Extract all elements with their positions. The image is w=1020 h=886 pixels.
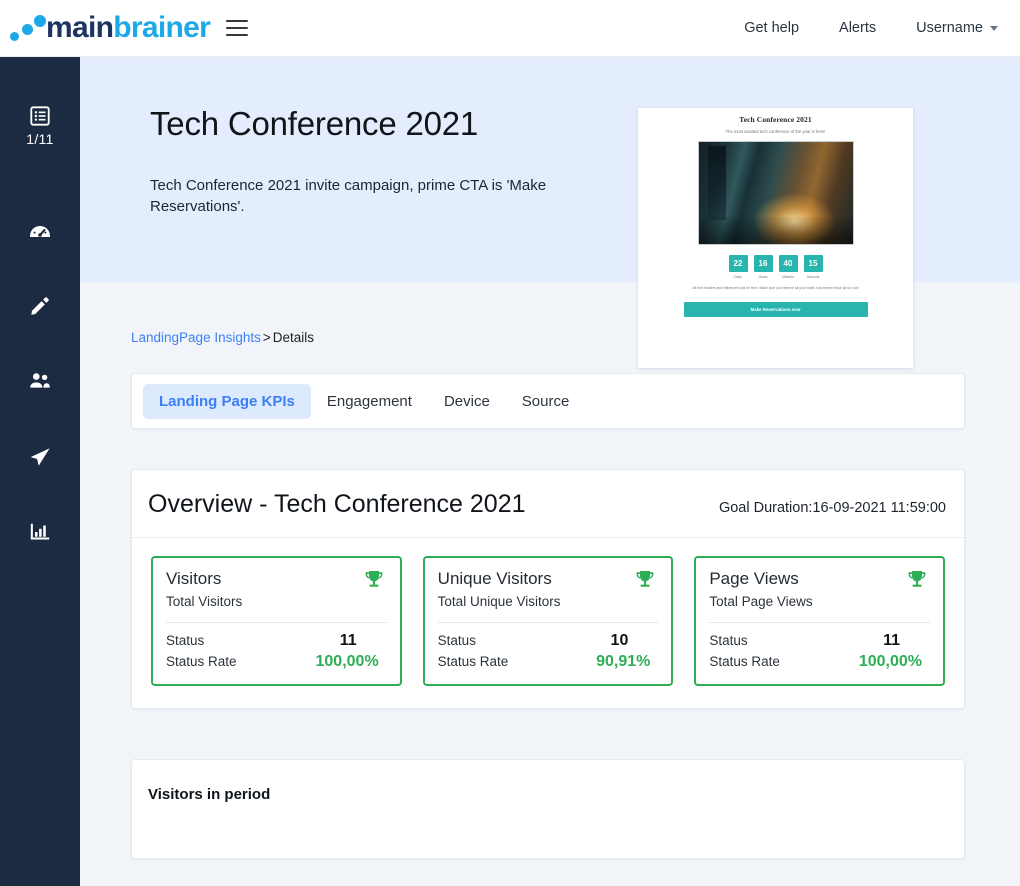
sidebar-item-send[interactable]: [0, 445, 80, 469]
tab-landing-page-kpis[interactable]: Landing Page KPIs: [143, 383, 311, 419]
tab-device[interactable]: Device: [428, 384, 506, 419]
bar-chart-icon: [29, 521, 51, 543]
sidebar-campaign-counter: 1/11: [26, 131, 54, 147]
kpi-status-rate-value: 90,91%: [596, 653, 651, 670]
kpi-card-page-views[interactable]: Page Views Total Page Views Status 11 St…: [694, 556, 946, 686]
visitors-in-period-card: Visitors in period: [131, 759, 965, 859]
preview-subheading: The most awaited tech conference of the …: [725, 129, 826, 134]
kpi-list: Visitors Total Visitors Status 11 Status: [132, 538, 964, 708]
brand-logo[interactable]: mainbrainer: [0, 11, 211, 44]
chevron-down-icon: [990, 25, 998, 31]
kpi-subtitle: Total Unique Visitors: [437, 594, 561, 609]
countdown-days: 22 Days: [728, 255, 748, 279]
kpi-status-value: 11: [339, 632, 357, 649]
tab-bar: Landing Page KPIs Engagement Device Sour…: [131, 373, 965, 429]
kpi-name: Page Views: [709, 569, 799, 588]
trophy-icon: [904, 569, 930, 598]
kpi-card-visitors[interactable]: Visitors Total Visitors Status 11 Status: [151, 556, 402, 686]
goal-duration: Goal Duration:16-09-2021 11:59:00: [718, 500, 946, 516]
top-bar: mainbrainer Get help Alerts Username: [0, 0, 1020, 57]
countdown-minutes-value: 40: [778, 255, 798, 272]
dashboard-gauge-icon: [28, 219, 52, 243]
tab-source[interactable]: Source: [506, 384, 586, 419]
preview-heading: Tech Conference 2021: [739, 115, 812, 124]
kpi-status-label: Status: [437, 633, 476, 648]
people-icon: [28, 369, 52, 393]
logo-dots-icon: [10, 13, 46, 43]
sidebar: 1/11: [0, 57, 80, 886]
countdown-minutes-label: Minutes: [782, 274, 794, 279]
breadcrumb-link-insights[interactable]: LandingPage Insights: [131, 330, 261, 345]
countdown-minutes: 40 Minutes: [778, 255, 798, 279]
page-title: Tech Conference 2021: [150, 105, 479, 142]
kpi-status-rate-value: 100,00%: [315, 653, 379, 670]
countdown-days-value: 22: [728, 255, 748, 272]
kpi-name: Visitors: [166, 569, 222, 588]
kpi-status-label: Status: [709, 633, 748, 648]
tab-engagement[interactable]: Engagement: [311, 384, 428, 419]
list-icon: [29, 105, 51, 127]
overview-header: Overview - Tech Conference 2021 Goal Dur…: [132, 470, 964, 538]
logo-word-main: main: [46, 11, 114, 44]
kpi-status-label: Status: [166, 633, 205, 648]
breadcrumb-separator: >: [262, 330, 271, 345]
campaign-description: Tech Conference 2021 invite campaign, pr…: [150, 177, 547, 215]
breadcrumb: LandingPage Insights > Details: [80, 282, 1020, 345]
countdown-hours-value: 16: [753, 255, 773, 272]
kpi-divider: [166, 622, 387, 623]
hero-banner: Tech Conference 2021 Tech Conference 202…: [80, 57, 1020, 368]
kpi-status-rate-label: Status Rate: [166, 654, 237, 669]
overview-title: Overview - Tech Conference 2021: [148, 490, 526, 518]
app-root: mainbrainer Get help Alerts Username 1/1…: [0, 0, 1020, 886]
main-content: LandingPage Insights > Details Landing Pag…: [80, 282, 1020, 859]
countdown-seconds-label: Seconds: [806, 274, 820, 279]
kpi-status-rate-label: Status Rate: [709, 654, 780, 669]
logo-word-accent: brainer: [113, 11, 211, 44]
overview-card: Overview - Tech Conference 2021 Goal Dur…: [131, 469, 965, 709]
top-nav: Get help Alerts Username: [704, 20, 1020, 36]
paper-plane-icon: [28, 445, 52, 469]
hamburger-icon[interactable]: [226, 20, 249, 36]
preview-photo: [697, 141, 854, 245]
visitors-in-period-title: Visitors in period: [148, 786, 271, 803]
kpi-name: Unique Visitors: [437, 569, 552, 588]
breadcrumb-current: Details: [272, 330, 315, 345]
countdown-seconds-value: 15: [803, 255, 823, 272]
kpi-status-value: 11: [883, 632, 901, 649]
trophy-icon: [361, 569, 387, 598]
sidebar-item-analytics[interactable]: [0, 521, 80, 543]
pencil-icon: [29, 295, 51, 317]
kpi-status-value: 10: [610, 632, 629, 649]
kpi-card-unique-visitors[interactable]: Unique Visitors Total Unique Visitors St…: [422, 556, 674, 686]
countdown-hours-label: Hours: [758, 274, 768, 279]
sidebar-item-audience[interactable]: [0, 369, 80, 393]
sidebar-item-dashboard[interactable]: [0, 219, 80, 243]
sidebar-item-edit[interactable]: [0, 295, 80, 317]
nav-username[interactable]: Username: [916, 20, 998, 36]
countdown-hours: 16 Hours: [753, 255, 773, 279]
logo-wordmark: mainbrainer: [46, 11, 211, 44]
preview-countdown: 22 Days 16 Hours 40 Minutes 15 Seconds: [658, 255, 893, 279]
countdown-days-label: Days: [734, 274, 742, 279]
kpi-divider: [437, 622, 659, 623]
nav-get-help[interactable]: Get help: [744, 20, 799, 36]
kpi-status-rate-value: 100,00%: [858, 653, 923, 670]
kpi-subtitle: Total Visitors: [166, 594, 243, 609]
trophy-icon: [632, 569, 658, 598]
kpi-divider: [709, 622, 931, 623]
kpi-subtitle: Total Page Views: [709, 594, 813, 609]
nav-alerts[interactable]: Alerts: [839, 20, 876, 36]
nav-username-label: Username: [916, 20, 983, 36]
sidebar-item-campaign-list[interactable]: 1/11: [0, 105, 80, 147]
kpi-status-rate-label: Status Rate: [437, 654, 509, 669]
countdown-seconds: 15 Seconds: [803, 255, 823, 279]
